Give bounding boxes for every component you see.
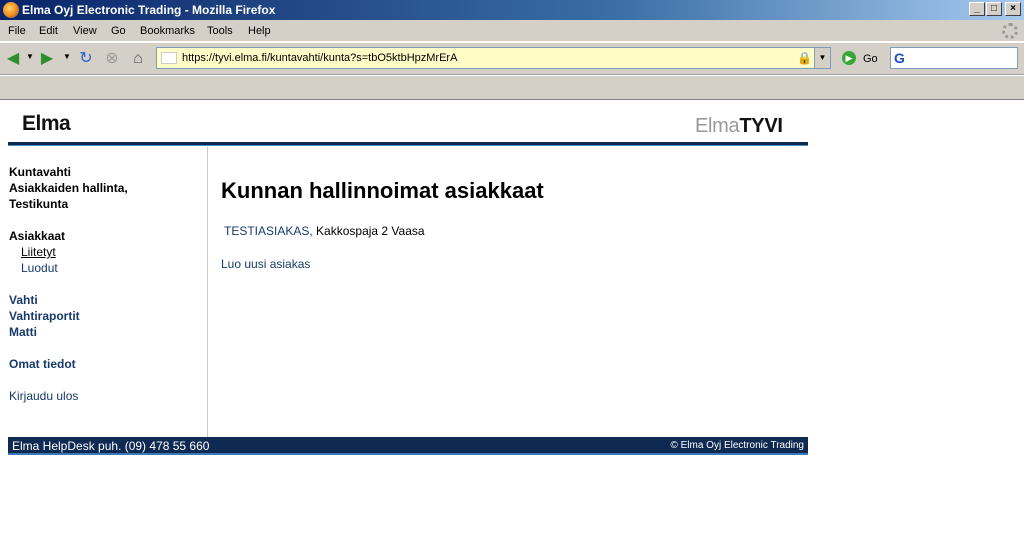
customer-list-item[interactable]: TESTIASIAKAS, Kakkospaja 2 Vaasa xyxy=(224,224,425,238)
menu-help[interactable]: Help xyxy=(248,25,271,37)
customer-address: Kakkospaja 2 Vaasa xyxy=(312,224,425,238)
close-button[interactable]: × xyxy=(1005,2,1021,16)
url-dropdown-icon[interactable]: ▼ xyxy=(814,48,830,68)
elma-logo: Elma xyxy=(22,112,71,135)
create-customer-link[interactable]: Luo uusi asiakas xyxy=(221,257,310,271)
menu-tools[interactable]: Tools xyxy=(207,25,233,37)
home-icon[interactable]: ⌂ xyxy=(129,50,147,68)
bookmarks-toolbar xyxy=(0,76,1024,100)
sidebar: Kuntavahti Asiakkaiden hallinta, Testiku… xyxy=(8,147,208,437)
customer-name-link[interactable]: TESTIASIAKAS, xyxy=(224,224,313,238)
menu-go[interactable]: Go xyxy=(111,25,126,37)
copyright-text: © Elma Oyj Electronic Trading xyxy=(670,440,804,451)
minimize-button[interactable]: _ xyxy=(969,2,985,16)
site-favicon-icon xyxy=(161,52,177,64)
address-bar[interactable]: https://tyvi.elma.fi/kuntavahti/kunta?s=… xyxy=(156,47,831,69)
web-page: Elma ElmaTYVI Kuntavahti Asiakkaiden hal… xyxy=(0,100,1024,558)
sidebar-heading-line: Asiakkaiden hallinta, xyxy=(9,181,128,195)
back-icon[interactable]: ◀ xyxy=(4,50,22,68)
forward-dropdown-icon[interactable]: ▼ xyxy=(63,52,71,61)
sidebar-item-matti[interactable]: Matti xyxy=(9,324,80,340)
elmatyvi-logo: ElmaTYVI xyxy=(695,115,783,137)
sidebar-links: Vahti Vahtiraportit Matti xyxy=(9,292,80,340)
search-input[interactable]: G xyxy=(890,47,1018,69)
throbber-icon xyxy=(1002,23,1018,39)
maximize-button[interactable]: □ xyxy=(986,2,1002,16)
sidebar-heading-line: Kuntavahti xyxy=(9,165,72,179)
window-title: Elma Oyj Electronic Trading - Mozilla Fi… xyxy=(22,3,276,17)
page-title: Kunnan hallinnoimat asiakkaat xyxy=(221,178,544,203)
sidebar-section-customers: Asiakkaat Liitetyt Luodut xyxy=(9,228,65,276)
menu-bar: File Edit View Go Bookmarks Tools Help xyxy=(0,20,1024,42)
menu-bookmarks[interactable]: Bookmarks xyxy=(140,25,195,37)
sidebar-item-omat-tiedot[interactable]: Omat tiedot xyxy=(9,356,76,372)
url-input[interactable]: https://tyvi.elma.fi/kuntavahti/kunta?s=… xyxy=(182,52,457,64)
footer: Elma HelpDesk puh. (09) 478 55 660 © Elm… xyxy=(8,437,808,455)
sidebar-item-luodut[interactable]: Luodut xyxy=(9,260,65,276)
helpdesk-text: Elma HelpDesk puh. (09) 478 55 660 xyxy=(12,439,210,453)
menu-view[interactable]: View xyxy=(73,25,97,37)
firefox-icon xyxy=(3,2,19,18)
sidebar-item-liitetyt[interactable]: Liitetyt xyxy=(9,244,65,260)
menu-file[interactable]: File xyxy=(8,25,26,37)
sidebar-section-title: Asiakkaat xyxy=(9,229,66,243)
lock-icon[interactable]: 🔒 xyxy=(797,51,812,65)
sidebar-item-vahtiraportit[interactable]: Vahtiraportit xyxy=(9,308,80,324)
sidebar-item-vahti[interactable]: Vahti xyxy=(9,292,80,308)
window-title-bar[interactable]: Elma Oyj Electronic Trading - Mozilla Fi… xyxy=(0,0,1024,20)
forward-icon[interactable]: ▶ xyxy=(38,50,56,68)
header-divider xyxy=(8,142,808,146)
reload-icon[interactable]: ↻ xyxy=(77,50,95,68)
google-search-icon[interactable]: G xyxy=(894,50,910,66)
logout-link[interactable]: Kirjaudu ulos xyxy=(9,388,78,404)
sidebar-heading-line: Testikunta xyxy=(9,197,69,211)
menu-edit[interactable]: Edit xyxy=(39,25,58,37)
go-button[interactable]: Go xyxy=(863,53,878,65)
navigation-toolbar: ◀ ▼ ▶ ▼ ↻ ⊗ ⌂ https://tyvi.elma.fi/kunta… xyxy=(0,43,1024,75)
stop-icon[interactable]: ⊗ xyxy=(103,50,121,68)
go-icon[interactable]: ▶ xyxy=(842,51,856,65)
sidebar-heading: Kuntavahti Asiakkaiden hallinta, Testiku… xyxy=(9,164,128,212)
back-dropdown-icon[interactable]: ▼ xyxy=(26,52,34,61)
